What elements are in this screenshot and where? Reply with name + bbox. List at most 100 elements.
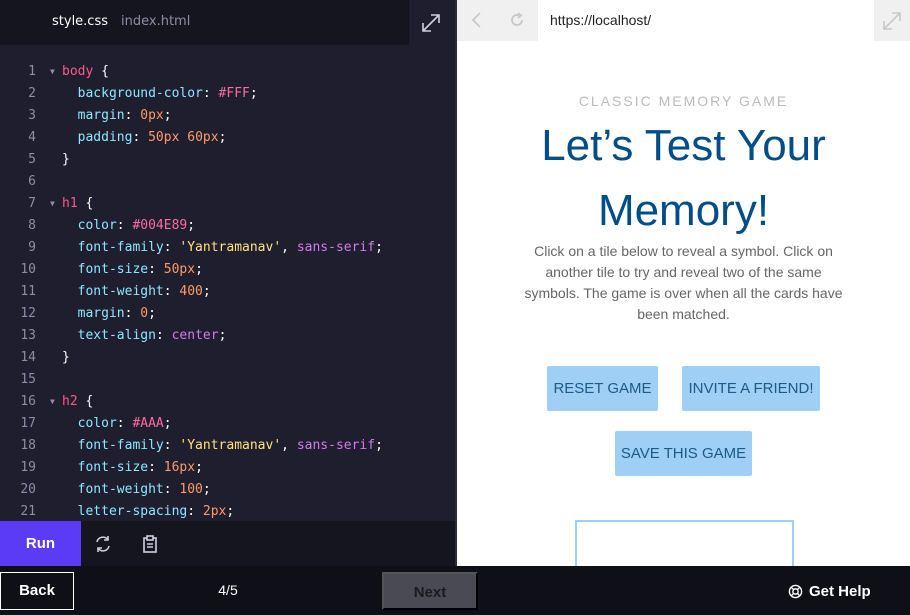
- code-text: margin: 0;: [62, 303, 156, 325]
- code-text: background-color: #FFF;: [62, 83, 258, 105]
- clipboard-icon[interactable]: [140, 534, 160, 554]
- get-help-button[interactable]: Get Help: [788, 581, 871, 601]
- code-token: 100: [179, 482, 203, 497]
- code-token: :: [163, 482, 180, 497]
- run-button[interactable]: Run: [0, 521, 81, 566]
- fold-toggle-icon[interactable]: ▼: [50, 193, 55, 215]
- expand-browser-icon[interactable]: [881, 10, 903, 32]
- code-token: ;: [163, 108, 172, 123]
- line-number: 20: [20, 482, 36, 497]
- code-token: font-family: [77, 438, 164, 453]
- code-line: 16 ▼ h2 {: [0, 391, 455, 413]
- code-token: ;: [375, 240, 383, 255]
- code-line: 18 font-family: 'Yantramanav', sans-seri…: [0, 435, 455, 457]
- preview-page: CLASSIC MEMORY GAME Let’s Test Your Memo…: [457, 41, 910, 566]
- code-line: 21 letter-spacing: 2px;: [0, 501, 455, 521]
- code-line: 4 padding: 50px 60px;: [0, 127, 455, 149]
- code-token: ;: [195, 262, 203, 277]
- code-line: 7 ▼ h1 {: [0, 193, 455, 215]
- code-line: 9 font-family: 'Yantramanav', sans-serif…: [0, 237, 455, 259]
- code-line: 13 text-align: center;: [0, 325, 455, 347]
- line-number: 19: [20, 460, 36, 475]
- tab-index-html[interactable]: index.html: [121, 14, 190, 29]
- page-subtitle: CLASSIC MEMORY GAME: [578, 93, 789, 109]
- page-title: Let’s Test Your Memory!: [541, 121, 826, 235]
- code-token: {: [77, 196, 94, 211]
- reset-game-button[interactable]: RESET GAME: [547, 366, 658, 411]
- line-number: 17: [20, 416, 36, 431]
- code-line: 6: [0, 171, 455, 193]
- expand-editor-icon[interactable]: [420, 12, 442, 34]
- code-line: 17 color: #AAA;: [0, 413, 455, 435]
- code-token: :: [116, 218, 133, 233]
- refresh-icon[interactable]: [93, 534, 113, 554]
- next-button[interactable]: Next: [382, 572, 478, 610]
- code-text: h1 {: [62, 193, 93, 215]
- line-number: 4: [28, 130, 36, 145]
- code-token: ;: [195, 460, 203, 475]
- code-text: padding: 50px 60px;: [62, 127, 227, 149]
- code-text: letter-spacing: 2px;: [62, 501, 235, 521]
- code-line: 11 font-weight: 400;: [0, 281, 455, 303]
- code-token: margin: [77, 108, 125, 123]
- browser-preview: https://localhost/ CLASSIC MEMORY GAME L…: [455, 0, 910, 566]
- line-number: 7: [28, 196, 36, 211]
- code-token: 2px: [202, 504, 227, 519]
- code-token: 50px: [163, 262, 196, 277]
- code-token: {: [93, 64, 109, 79]
- code-token: font-weight: [77, 284, 164, 299]
- code-token: :: [155, 328, 172, 343]
- invite-friend-button[interactable]: INVITE A FRIEND!: [682, 366, 820, 411]
- line-number: 21: [20, 504, 36, 519]
- line-number: 8: [28, 218, 36, 233]
- code-token: font-family: [77, 240, 164, 255]
- code-text: color: #AAA;: [62, 413, 172, 435]
- code-token: center: [171, 328, 219, 343]
- reload-icon[interactable]: [507, 10, 527, 30]
- code-token: :: [163, 284, 180, 299]
- code-token: letter-spacing: [77, 504, 188, 519]
- code-line: 5}: [0, 149, 455, 171]
- code-area[interactable]: 1 ▼ body {2 background-color: #FFF; 3 margi…: [0, 61, 455, 521]
- code-token: ;: [218, 130, 227, 145]
- code-text: color: #004E89;: [62, 215, 195, 237]
- code-token: ;: [218, 328, 227, 343]
- line-number: 11: [20, 284, 36, 299]
- code-token: :: [124, 306, 141, 321]
- code-token: sans-serif: [296, 240, 376, 255]
- save-game-button[interactable]: SAVE THIS GAME: [615, 431, 752, 476]
- code-token: #004E89: [132, 218, 188, 233]
- editor-tab-bar: style.css index.html: [0, 0, 455, 45]
- code-token: h1: [62, 196, 78, 211]
- run-bar: Run: [0, 521, 455, 566]
- url-text: https://localhost/: [550, 12, 652, 28]
- fold-toggle-icon[interactable]: ▼: [50, 61, 55, 83]
- code-token: ;: [163, 416, 172, 431]
- back-arrow-icon[interactable]: [467, 10, 487, 30]
- line-number: 5: [28, 152, 36, 167]
- line-number: 3: [28, 108, 36, 123]
- code-text: }: [62, 149, 70, 171]
- lesson-footer: Back 4/5 Next Get Help: [0, 566, 910, 615]
- code-token: :: [124, 108, 141, 123]
- game-board[interactable]: [575, 520, 794, 566]
- back-button[interactable]: Back: [0, 572, 74, 610]
- page-description: Click on a tile below to reveal a symbol…: [524, 243, 843, 322]
- tab-style-css[interactable]: style.css: [52, 14, 108, 29]
- url-field[interactable]: https://localhost/: [538, 0, 874, 41]
- code-line: 1 ▼ body {: [0, 61, 455, 83]
- line-number: 1: [28, 64, 36, 79]
- code-text: font-size: 50px;: [62, 259, 203, 281]
- code-token: 400: [179, 284, 203, 299]
- code-token: ;: [187, 218, 196, 233]
- code-line: 12 margin: 0;: [0, 303, 455, 325]
- code-editor: style.css index.html 1 ▼ body {2 backgroun…: [0, 0, 455, 566]
- fold-toggle-icon[interactable]: ▼: [50, 391, 55, 413]
